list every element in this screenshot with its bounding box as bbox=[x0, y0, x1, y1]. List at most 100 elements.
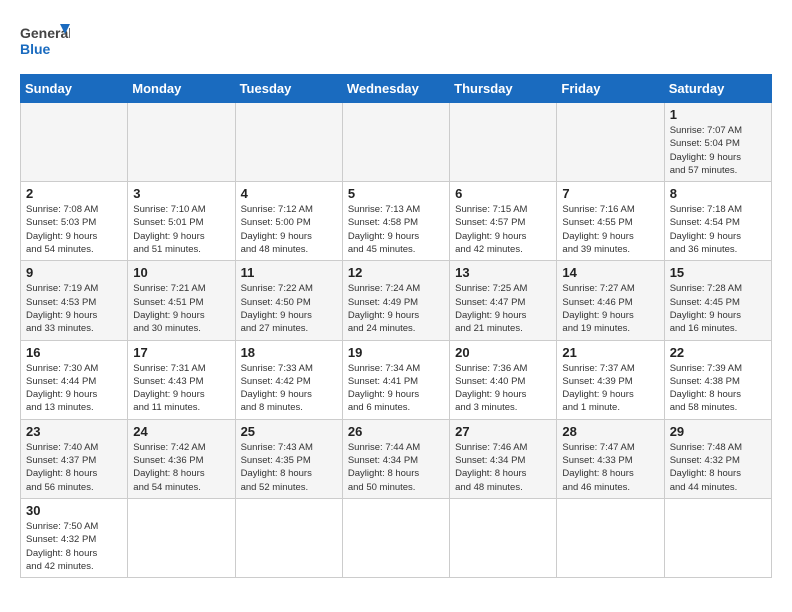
day-cell-2: 2 Sunrise: 7:08 AM Sunset: 5:03 PM Daylig… bbox=[21, 182, 128, 261]
svg-text:Blue: Blue bbox=[20, 41, 51, 57]
day-number: 6 bbox=[455, 186, 551, 201]
day-info: Sunrise: 7:39 AM Sunset: 4:38 PM Dayligh… bbox=[670, 362, 766, 415]
day-info: Sunrise: 7:22 AM Sunset: 4:50 PM Dayligh… bbox=[241, 282, 337, 335]
day-info: Sunrise: 7:33 AM Sunset: 4:42 PM Dayligh… bbox=[241, 362, 337, 415]
empty-cell bbox=[557, 103, 664, 182]
day-number: 28 bbox=[562, 424, 658, 439]
day-info: Sunrise: 7:13 AM Sunset: 4:58 PM Dayligh… bbox=[348, 203, 444, 256]
day-number: 19 bbox=[348, 345, 444, 360]
day-info: Sunrise: 7:44 AM Sunset: 4:34 PM Dayligh… bbox=[348, 441, 444, 494]
logo: General Blue bbox=[20, 20, 70, 64]
day-info: Sunrise: 7:15 AM Sunset: 4:57 PM Dayligh… bbox=[455, 203, 551, 256]
empty-cell bbox=[664, 498, 771, 577]
week-row-3: 9 Sunrise: 7:19 AM Sunset: 4:53 PM Daylig… bbox=[21, 261, 772, 340]
day-cell-1: 1 Sunrise: 7:07 AM Sunset: 5:04 PM Daylig… bbox=[664, 103, 771, 182]
day-cell-14: 14 Sunrise: 7:27 AM Sunset: 4:46 PM Dayli… bbox=[557, 261, 664, 340]
day-cell-11: 11 Sunrise: 7:22 AM Sunset: 4:50 PM Dayli… bbox=[235, 261, 342, 340]
day-cell-4: 4Sunrise: 7:12 AM Sunset: 5:00 PM Daylig… bbox=[235, 182, 342, 261]
day-number: 8 bbox=[670, 186, 766, 201]
day-info: Sunrise: 7:07 AM Sunset: 5:04 PM Dayligh… bbox=[670, 124, 766, 177]
week-row-1: 1 Sunrise: 7:07 AM Sunset: 5:04 PM Daylig… bbox=[21, 103, 772, 182]
day-number: 2 bbox=[26, 186, 122, 201]
day-cell-15: 15 Sunrise: 7:28 AM Sunset: 4:45 PM Dayli… bbox=[664, 261, 771, 340]
day-info: Sunrise: 7:19 AM Sunset: 4:53 PM Dayligh… bbox=[26, 282, 122, 335]
day-cell-29: 29 Sunrise: 7:48 AM Sunset: 4:32 PM Dayli… bbox=[664, 419, 771, 498]
col-header-saturday: Saturday bbox=[664, 75, 771, 103]
day-cell-17: 17 Sunrise: 7:31 AM Sunset: 4:43 PM Dayli… bbox=[128, 340, 235, 419]
day-cell-25: 25Sunrise: 7:43 AM Sunset: 4:35 PM Dayli… bbox=[235, 419, 342, 498]
day-info: Sunrise: 7:12 AM Sunset: 5:00 PM Dayligh… bbox=[241, 203, 337, 256]
day-number: 24 bbox=[133, 424, 229, 439]
day-info: Sunrise: 7:40 AM Sunset: 4:37 PM Dayligh… bbox=[26, 441, 122, 494]
day-cell-5: 5 Sunrise: 7:13 AM Sunset: 4:58 PM Daylig… bbox=[342, 182, 449, 261]
day-cell-22: 22 Sunrise: 7:39 AM Sunset: 4:38 PM Dayli… bbox=[664, 340, 771, 419]
week-row-2: 2 Sunrise: 7:08 AM Sunset: 5:03 PM Daylig… bbox=[21, 182, 772, 261]
day-cell-6: 6 Sunrise: 7:15 AM Sunset: 4:57 PM Daylig… bbox=[450, 182, 557, 261]
day-number: 5 bbox=[348, 186, 444, 201]
day-info: Sunrise: 7:50 AM Sunset: 4:32 PM Dayligh… bbox=[26, 520, 122, 573]
day-number: 9 bbox=[26, 265, 122, 280]
day-number: 22 bbox=[670, 345, 766, 360]
day-info: Sunrise: 7:37 AM Sunset: 4:39 PM Dayligh… bbox=[562, 362, 658, 415]
day-number: 10 bbox=[133, 265, 229, 280]
day-cell-8: 8 Sunrise: 7:18 AM Sunset: 4:54 PM Daylig… bbox=[664, 182, 771, 261]
empty-cell bbox=[342, 498, 449, 577]
empty-cell bbox=[450, 103, 557, 182]
day-info: Sunrise: 7:36 AM Sunset: 4:40 PM Dayligh… bbox=[455, 362, 551, 415]
day-cell-16: 16 Sunrise: 7:30 AM Sunset: 4:44 PM Dayli… bbox=[21, 340, 128, 419]
day-number: 1 bbox=[670, 107, 766, 122]
page-header: General Blue bbox=[20, 20, 772, 64]
day-number: 15 bbox=[670, 265, 766, 280]
day-number: 21 bbox=[562, 345, 658, 360]
day-info: Sunrise: 7:34 AM Sunset: 4:41 PM Dayligh… bbox=[348, 362, 444, 415]
day-number: 14 bbox=[562, 265, 658, 280]
day-number: 3 bbox=[133, 186, 229, 201]
day-number: 18 bbox=[241, 345, 337, 360]
day-number: 20 bbox=[455, 345, 551, 360]
col-header-monday: Monday bbox=[128, 75, 235, 103]
col-header-tuesday: Tuesday bbox=[235, 75, 342, 103]
day-number: 27 bbox=[455, 424, 551, 439]
day-info: Sunrise: 7:10 AM Sunset: 5:01 PM Dayligh… bbox=[133, 203, 229, 256]
day-info: Sunrise: 7:16 AM Sunset: 4:55 PM Dayligh… bbox=[562, 203, 658, 256]
day-cell-28: 28 Sunrise: 7:47 AM Sunset: 4:33 PM Dayli… bbox=[557, 419, 664, 498]
day-cell-24: 24 Sunrise: 7:42 AM Sunset: 4:36 PM Dayli… bbox=[128, 419, 235, 498]
day-cell-10: 10Sunrise: 7:21 AM Sunset: 4:51 PM Dayli… bbox=[128, 261, 235, 340]
day-cell-19: 19 Sunrise: 7:34 AM Sunset: 4:41 PM Dayli… bbox=[342, 340, 449, 419]
day-number: 11 bbox=[241, 265, 337, 280]
day-cell-18: 18 Sunrise: 7:33 AM Sunset: 4:42 PM Dayli… bbox=[235, 340, 342, 419]
empty-cell bbox=[235, 103, 342, 182]
col-header-sunday: Sunday bbox=[21, 75, 128, 103]
day-info: Sunrise: 7:42 AM Sunset: 4:36 PM Dayligh… bbox=[133, 441, 229, 494]
week-row-6: 30 Sunrise: 7:50 AM Sunset: 4:32 PM Dayli… bbox=[21, 498, 772, 577]
day-number: 25 bbox=[241, 424, 337, 439]
day-cell-21: 21 Sunrise: 7:37 AM Sunset: 4:39 PM Dayli… bbox=[557, 340, 664, 419]
day-number: 26 bbox=[348, 424, 444, 439]
day-cell-13: 13Sunrise: 7:25 AM Sunset: 4:47 PM Dayli… bbox=[450, 261, 557, 340]
day-info: Sunrise: 7:47 AM Sunset: 4:33 PM Dayligh… bbox=[562, 441, 658, 494]
day-info: Sunrise: 7:30 AM Sunset: 4:44 PM Dayligh… bbox=[26, 362, 122, 415]
day-cell-7: 7 Sunrise: 7:16 AM Sunset: 4:55 PM Daylig… bbox=[557, 182, 664, 261]
empty-cell bbox=[21, 103, 128, 182]
empty-cell bbox=[128, 498, 235, 577]
day-info: Sunrise: 7:46 AM Sunset: 4:34 PM Dayligh… bbox=[455, 441, 551, 494]
day-number: 17 bbox=[133, 345, 229, 360]
day-number: 30 bbox=[26, 503, 122, 518]
day-info: Sunrise: 7:08 AM Sunset: 5:03 PM Dayligh… bbox=[26, 203, 122, 256]
week-row-4: 16 Sunrise: 7:30 AM Sunset: 4:44 PM Dayli… bbox=[21, 340, 772, 419]
day-info: Sunrise: 7:24 AM Sunset: 4:49 PM Dayligh… bbox=[348, 282, 444, 335]
day-number: 16 bbox=[26, 345, 122, 360]
day-info: Sunrise: 7:48 AM Sunset: 4:32 PM Dayligh… bbox=[670, 441, 766, 494]
day-number: 7 bbox=[562, 186, 658, 201]
day-info: Sunrise: 7:27 AM Sunset: 4:46 PM Dayligh… bbox=[562, 282, 658, 335]
day-cell-30: 30 Sunrise: 7:50 AM Sunset: 4:32 PM Dayli… bbox=[21, 498, 128, 577]
week-row-5: 23Sunrise: 7:40 AM Sunset: 4:37 PM Dayli… bbox=[21, 419, 772, 498]
day-info: Sunrise: 7:18 AM Sunset: 4:54 PM Dayligh… bbox=[670, 203, 766, 256]
day-info: Sunrise: 7:31 AM Sunset: 4:43 PM Dayligh… bbox=[133, 362, 229, 415]
day-number: 29 bbox=[670, 424, 766, 439]
day-cell-27: 27 Sunrise: 7:46 AM Sunset: 4:34 PM Dayli… bbox=[450, 419, 557, 498]
calendar-table: SundayMondayTuesdayWednesdayThursdayFrid… bbox=[20, 74, 772, 578]
day-info: Sunrise: 7:28 AM Sunset: 4:45 PM Dayligh… bbox=[670, 282, 766, 335]
empty-cell bbox=[235, 498, 342, 577]
logo-svg: General Blue bbox=[20, 20, 70, 64]
